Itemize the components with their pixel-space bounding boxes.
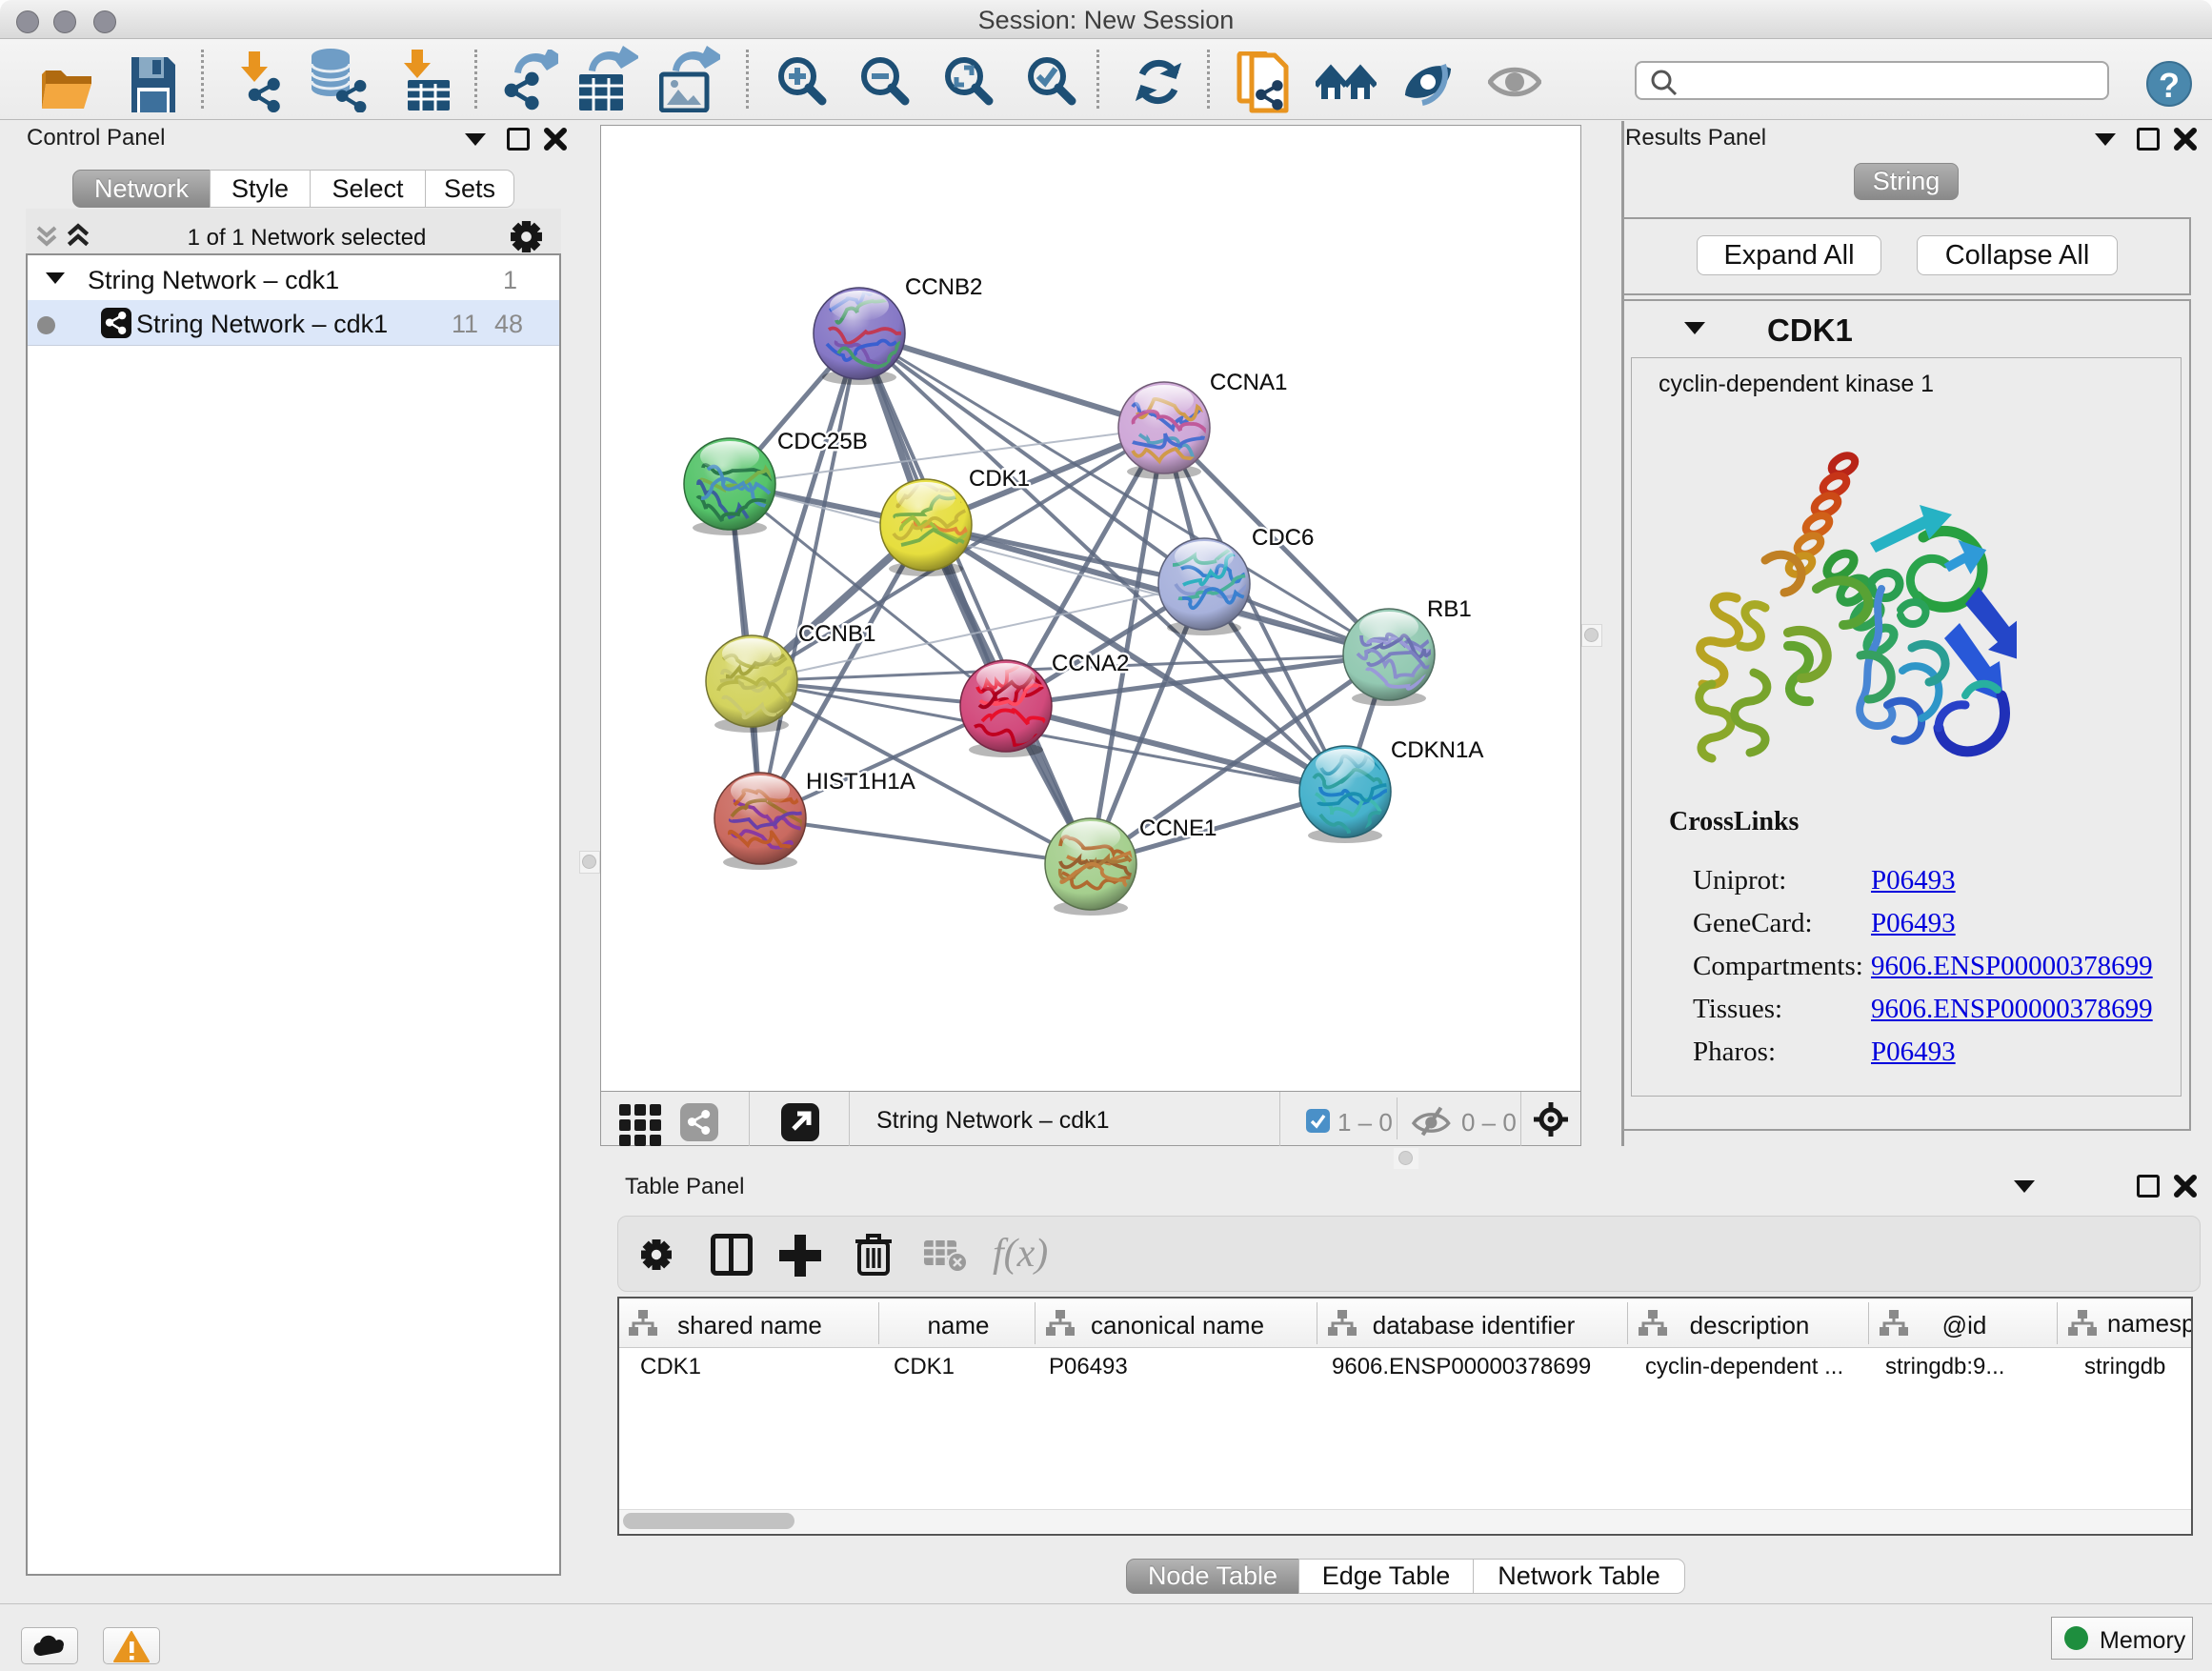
svg-text:CDK1: CDK1	[969, 466, 1030, 492]
svg-text:CCNB1: CCNB1	[798, 621, 875, 647]
svg-text:CCNB2: CCNB2	[905, 274, 982, 300]
svg-text:CDC6: CDC6	[1252, 525, 1314, 551]
svg-text:CDKN1A: CDKN1A	[1391, 737, 1483, 763]
svg-text:HIST1H1A: HIST1H1A	[806, 769, 915, 795]
svg-text:CCNA2: CCNA2	[1052, 651, 1129, 676]
svg-text:CCNA1: CCNA1	[1210, 370, 1287, 395]
svg-text:RB1: RB1	[1427, 596, 1472, 622]
svg-text:CCNE1: CCNE1	[1139, 815, 1217, 841]
svg-text:CDC25B: CDC25B	[777, 429, 868, 454]
